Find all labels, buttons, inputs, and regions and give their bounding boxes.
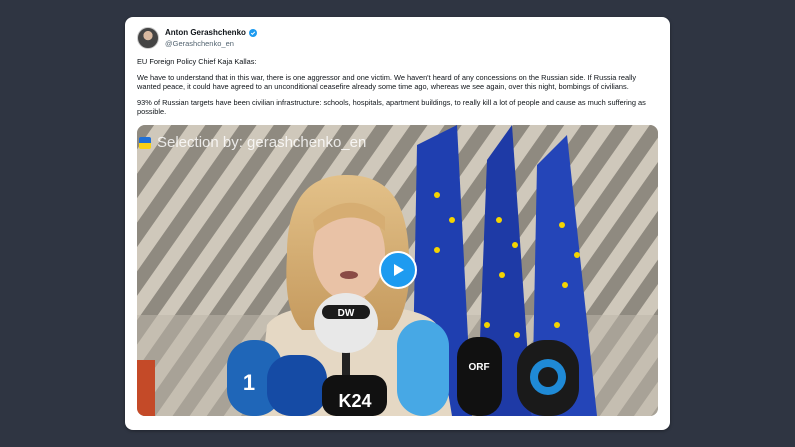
author-display-name[interactable]: Anton Gerashchenko (165, 27, 246, 38)
mic-label-1: 1 (243, 370, 255, 395)
avatar[interactable] (137, 27, 159, 49)
author-handle[interactable]: @Gerashchenko_en (165, 38, 257, 49)
video-player[interactable]: DW 1 ORF K24 Selection by: gerashchenko_… (137, 125, 658, 416)
name-row: Anton Gerashchenko (165, 27, 257, 38)
verified-badge-icon (248, 28, 257, 37)
mic-label-k24: K24 (338, 391, 371, 411)
play-icon (394, 264, 404, 276)
tweet-paragraph: We have to understand that in this war, … (137, 72, 637, 92)
tweet-card: Anton Gerashchenko @Gerashchenko_en EU F… (125, 17, 670, 430)
video-watermark: Selection by: gerashchenko_en (139, 134, 366, 151)
tweet-paragraph: EU Foreign Policy Chief Kaja Kallas: (137, 57, 257, 66)
tweet-paragraph: 93% of Russian targets have been civilia… (137, 97, 646, 117)
watermark-text: Selection by: gerashchenko_en (157, 134, 367, 151)
tweet-header: Anton Gerashchenko @Gerashchenko_en (137, 27, 257, 49)
ukraine-flag-icon (139, 136, 151, 149)
author-names: Anton Gerashchenko @Gerashchenko_en (165, 27, 257, 49)
tweet-text: EU Foreign Policy Chief Kaja Kallas: We … (137, 57, 659, 123)
play-button[interactable] (379, 251, 417, 289)
mic-label-orf: ORF (468, 362, 489, 373)
mic-label-dw: DW (338, 308, 355, 319)
